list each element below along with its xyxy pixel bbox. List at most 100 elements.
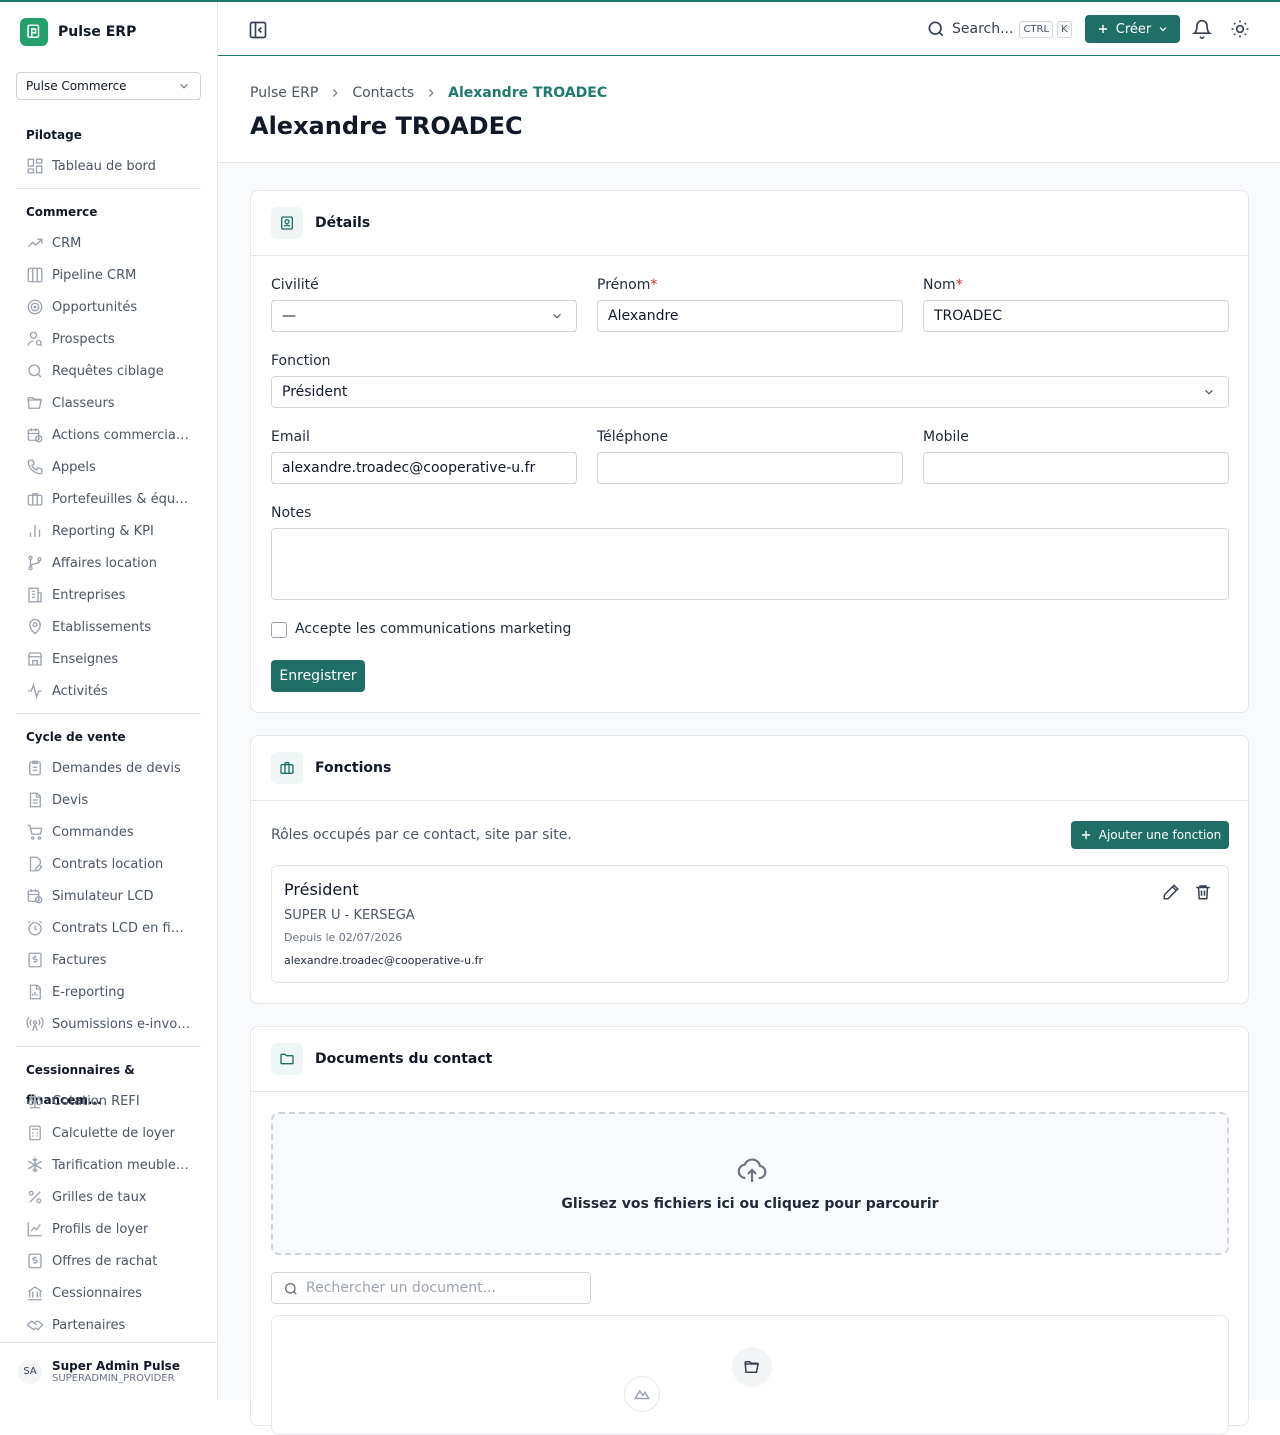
sidebar-item[interactable]: Portefeuilles & équipe — [16, 483, 201, 515]
sidebar-item[interactable]: Prospects — [16, 323, 201, 355]
file-chart-icon — [29, 984, 41, 1000]
save-label: Enregistrer — [279, 668, 357, 684]
sidebar-item[interactable]: Calculette de loyer — [16, 1117, 201, 1149]
create-button[interactable]: Créer — [1085, 15, 1180, 43]
sidebar-item[interactable]: Entreprises — [16, 579, 201, 611]
edit-pencil-icon[interactable] — [1162, 883, 1180, 901]
sidebar-item[interactable]: Pipeline CRM — [16, 259, 201, 291]
marketing-checkbox[interactable] — [271, 622, 287, 638]
clipboard-list-icon — [29, 760, 41, 776]
sidebar-item[interactable]: Actions commerciales — [16, 419, 201, 451]
sidebar-item[interactable]: Cessionnaires — [16, 1277, 201, 1309]
sidebar-item[interactable]: Tarification meubles ... — [16, 1149, 201, 1181]
sidebar-item[interactable]: Demandes de devis — [16, 752, 201, 784]
document-search-input[interactable]: Rechercher un document... — [271, 1272, 591, 1304]
file-edit-icon — [29, 856, 43, 872]
sidebar-item[interactable]: Contrats location — [16, 848, 201, 880]
trash-icon[interactable] — [1194, 883, 1212, 901]
sidebar-item[interactable]: Devis — [16, 784, 201, 816]
sidebar-item[interactable]: Requêtes ciblage — [16, 355, 201, 387]
sidebar-item[interactable]: Profils de loyer — [16, 1213, 201, 1245]
chevron-right-icon — [333, 89, 338, 97]
kbd-k: K — [1057, 20, 1072, 38]
sidebar-item[interactable]: Tableau de bord — [16, 150, 201, 182]
nom-input[interactable]: TROADEC — [923, 300, 1229, 332]
calculator-icon — [29, 1125, 41, 1141]
sidebar-item[interactable]: Grilles de taux — [16, 1181, 201, 1213]
breadcrumb-item-contacts[interactable]: Contacts — [352, 85, 414, 101]
fonction-select[interactable]: Président — [271, 376, 1229, 408]
cloud-upload-icon — [736, 1154, 768, 1186]
sidebar-item-label: Classeurs — [52, 395, 115, 411]
notes-textarea[interactable] — [271, 528, 1229, 600]
sidebar-item[interactable]: CRM — [16, 227, 201, 259]
receipt-dollar-icon — [28, 1253, 42, 1269]
kanban-icon — [27, 267, 43, 283]
briefcase-icon — [27, 493, 43, 506]
chevron-right-icon — [428, 89, 434, 97]
notifications-bell-icon[interactable] — [1192, 19, 1212, 39]
sidebar-item[interactable]: Contrats LCD en fin ... — [16, 912, 201, 944]
telephone-field[interactable] — [597, 452, 903, 484]
sidebar-item-label: Requêtes ciblage — [52, 363, 164, 379]
search-icon — [928, 21, 944, 37]
fonction-value: Président — [282, 384, 348, 400]
sidebar-item[interactable]: Partenaires — [16, 1309, 201, 1341]
sidebar-item-label: Grilles de taux — [52, 1189, 147, 1205]
mobile-field[interactable] — [923, 452, 1229, 484]
prenom-label-wrap: Prénom* — [597, 277, 657, 293]
sidebar-item[interactable]: Simulateur LCD — [16, 880, 201, 912]
fonction-item: Président SUPER U - KERSEGA Depuis le 02… — [271, 865, 1229, 983]
mobile-label: Mobile — [923, 429, 969, 445]
sidebar-item[interactable]: Soumissions e-invoice — [16, 1008, 201, 1040]
sidebar-toggle-icon[interactable] — [248, 20, 268, 40]
sidebar-item-label: Reporting & KPI — [52, 523, 154, 539]
fonction-email: alexandre.troadec@cooperative-u.fr — [284, 954, 483, 967]
bank-icon — [27, 1286, 43, 1301]
save-button[interactable]: Enregistrer — [271, 660, 365, 692]
app-logo-icon — [20, 18, 48, 46]
prenom-input[interactable]: Alexandre — [597, 300, 903, 332]
sidebar-divider — [16, 1046, 201, 1047]
theme-toggle-sun-icon[interactable] — [1230, 19, 1250, 39]
sidebar-item[interactable]: Classeurs — [16, 387, 201, 419]
user-profile[interactable]: SA Super Admin Pulse SUPERADMIN_PROVIDER — [0, 1342, 217, 1400]
store-icon — [27, 652, 43, 666]
email-label: Email — [271, 429, 310, 445]
civilite-select[interactable]: — — [271, 300, 577, 332]
sidebar-item[interactable]: Factures — [16, 944, 201, 976]
sidebar-item[interactable]: Offres de rachat — [16, 1245, 201, 1277]
app-name: Pulse ERP — [58, 24, 137, 40]
user-name: Super Admin Pulse — [52, 1359, 180, 1373]
file-dropzone[interactable]: Glissez vos fichiers ici ou cliquez pour… — [271, 1112, 1229, 1255]
sidebar-item-label: Tarification meubles ... — [52, 1157, 191, 1173]
organization-select[interactable]: Pulse Commerce — [16, 72, 201, 100]
sidebar-item[interactable]: Appels — [16, 451, 201, 483]
document-search-placeholder: Rechercher un document... — [306, 1280, 496, 1296]
kbd-ctrl: CTRL — [1019, 20, 1054, 38]
sidebar-item-label: Enseignes — [52, 651, 119, 667]
receipt-dollar-icon — [28, 952, 42, 968]
create-label: Créer — [1115, 21, 1152, 37]
marketing-label: Accepte les communications marketing — [295, 621, 572, 637]
sidebar-item-label: Pipeline CRM — [52, 267, 137, 283]
map-pin-icon — [29, 618, 41, 635]
breadcrumb-item-pulse-erp[interactable]: Pulse ERP — [250, 85, 318, 101]
sidebar-item-label: Factures — [52, 952, 107, 968]
avatar: SA — [18, 1359, 42, 1384]
add-fonction-button[interactable]: Ajouter une fonction — [1071, 821, 1229, 849]
brand[interactable]: Pulse ERP — [20, 18, 136, 46]
sidebar-item[interactable]: Reporting & KPI — [16, 515, 201, 547]
sidebar-item[interactable]: E-reporting — [16, 976, 201, 1008]
sidebar: Pulse ERP Pulse Commerce Pilotage Tableau… — [0, 0, 218, 1400]
email-field[interactable]: alexandre.troadec@cooperative-u.fr — [271, 452, 577, 484]
sidebar-item[interactable]: Activités — [16, 675, 201, 707]
trending-up-icon — [27, 238, 43, 248]
sidebar-item[interactable]: Établissements — [16, 611, 201, 643]
sidebar-item[interactable]: Commandes — [16, 816, 201, 848]
chevron-down-icon — [1159, 27, 1167, 32]
sidebar-item[interactable]: Affaires location — [16, 547, 201, 579]
sidebar-item[interactable]: Opportunités — [16, 291, 201, 323]
global-search[interactable]: Search... CTRL K — [926, 18, 1072, 40]
sidebar-item[interactable]: Enseignes — [16, 643, 201, 675]
